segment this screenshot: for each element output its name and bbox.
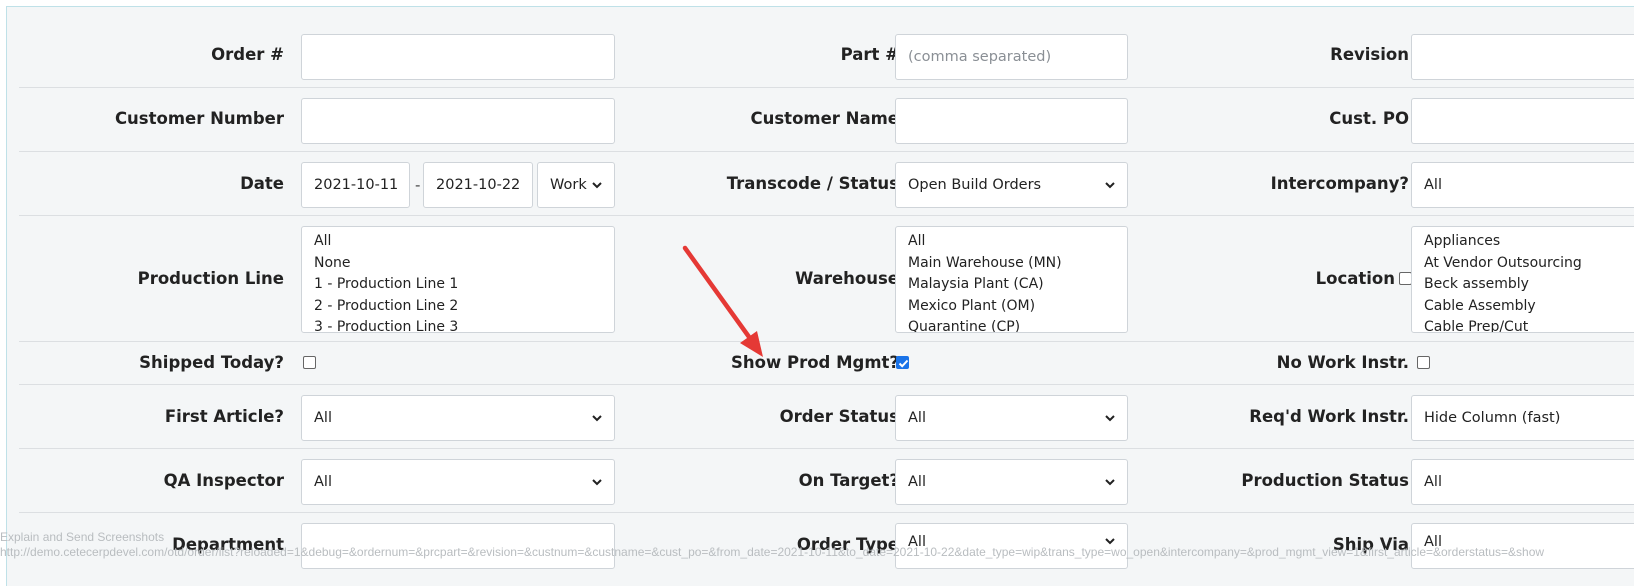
explain-screenshots-text: Explain and Send Screenshots (0, 530, 165, 544)
annotation-arrow-icon (682, 245, 763, 357)
status-url-text: http://demo.cetecerpdevel.com/otd/order/… (0, 545, 1545, 559)
